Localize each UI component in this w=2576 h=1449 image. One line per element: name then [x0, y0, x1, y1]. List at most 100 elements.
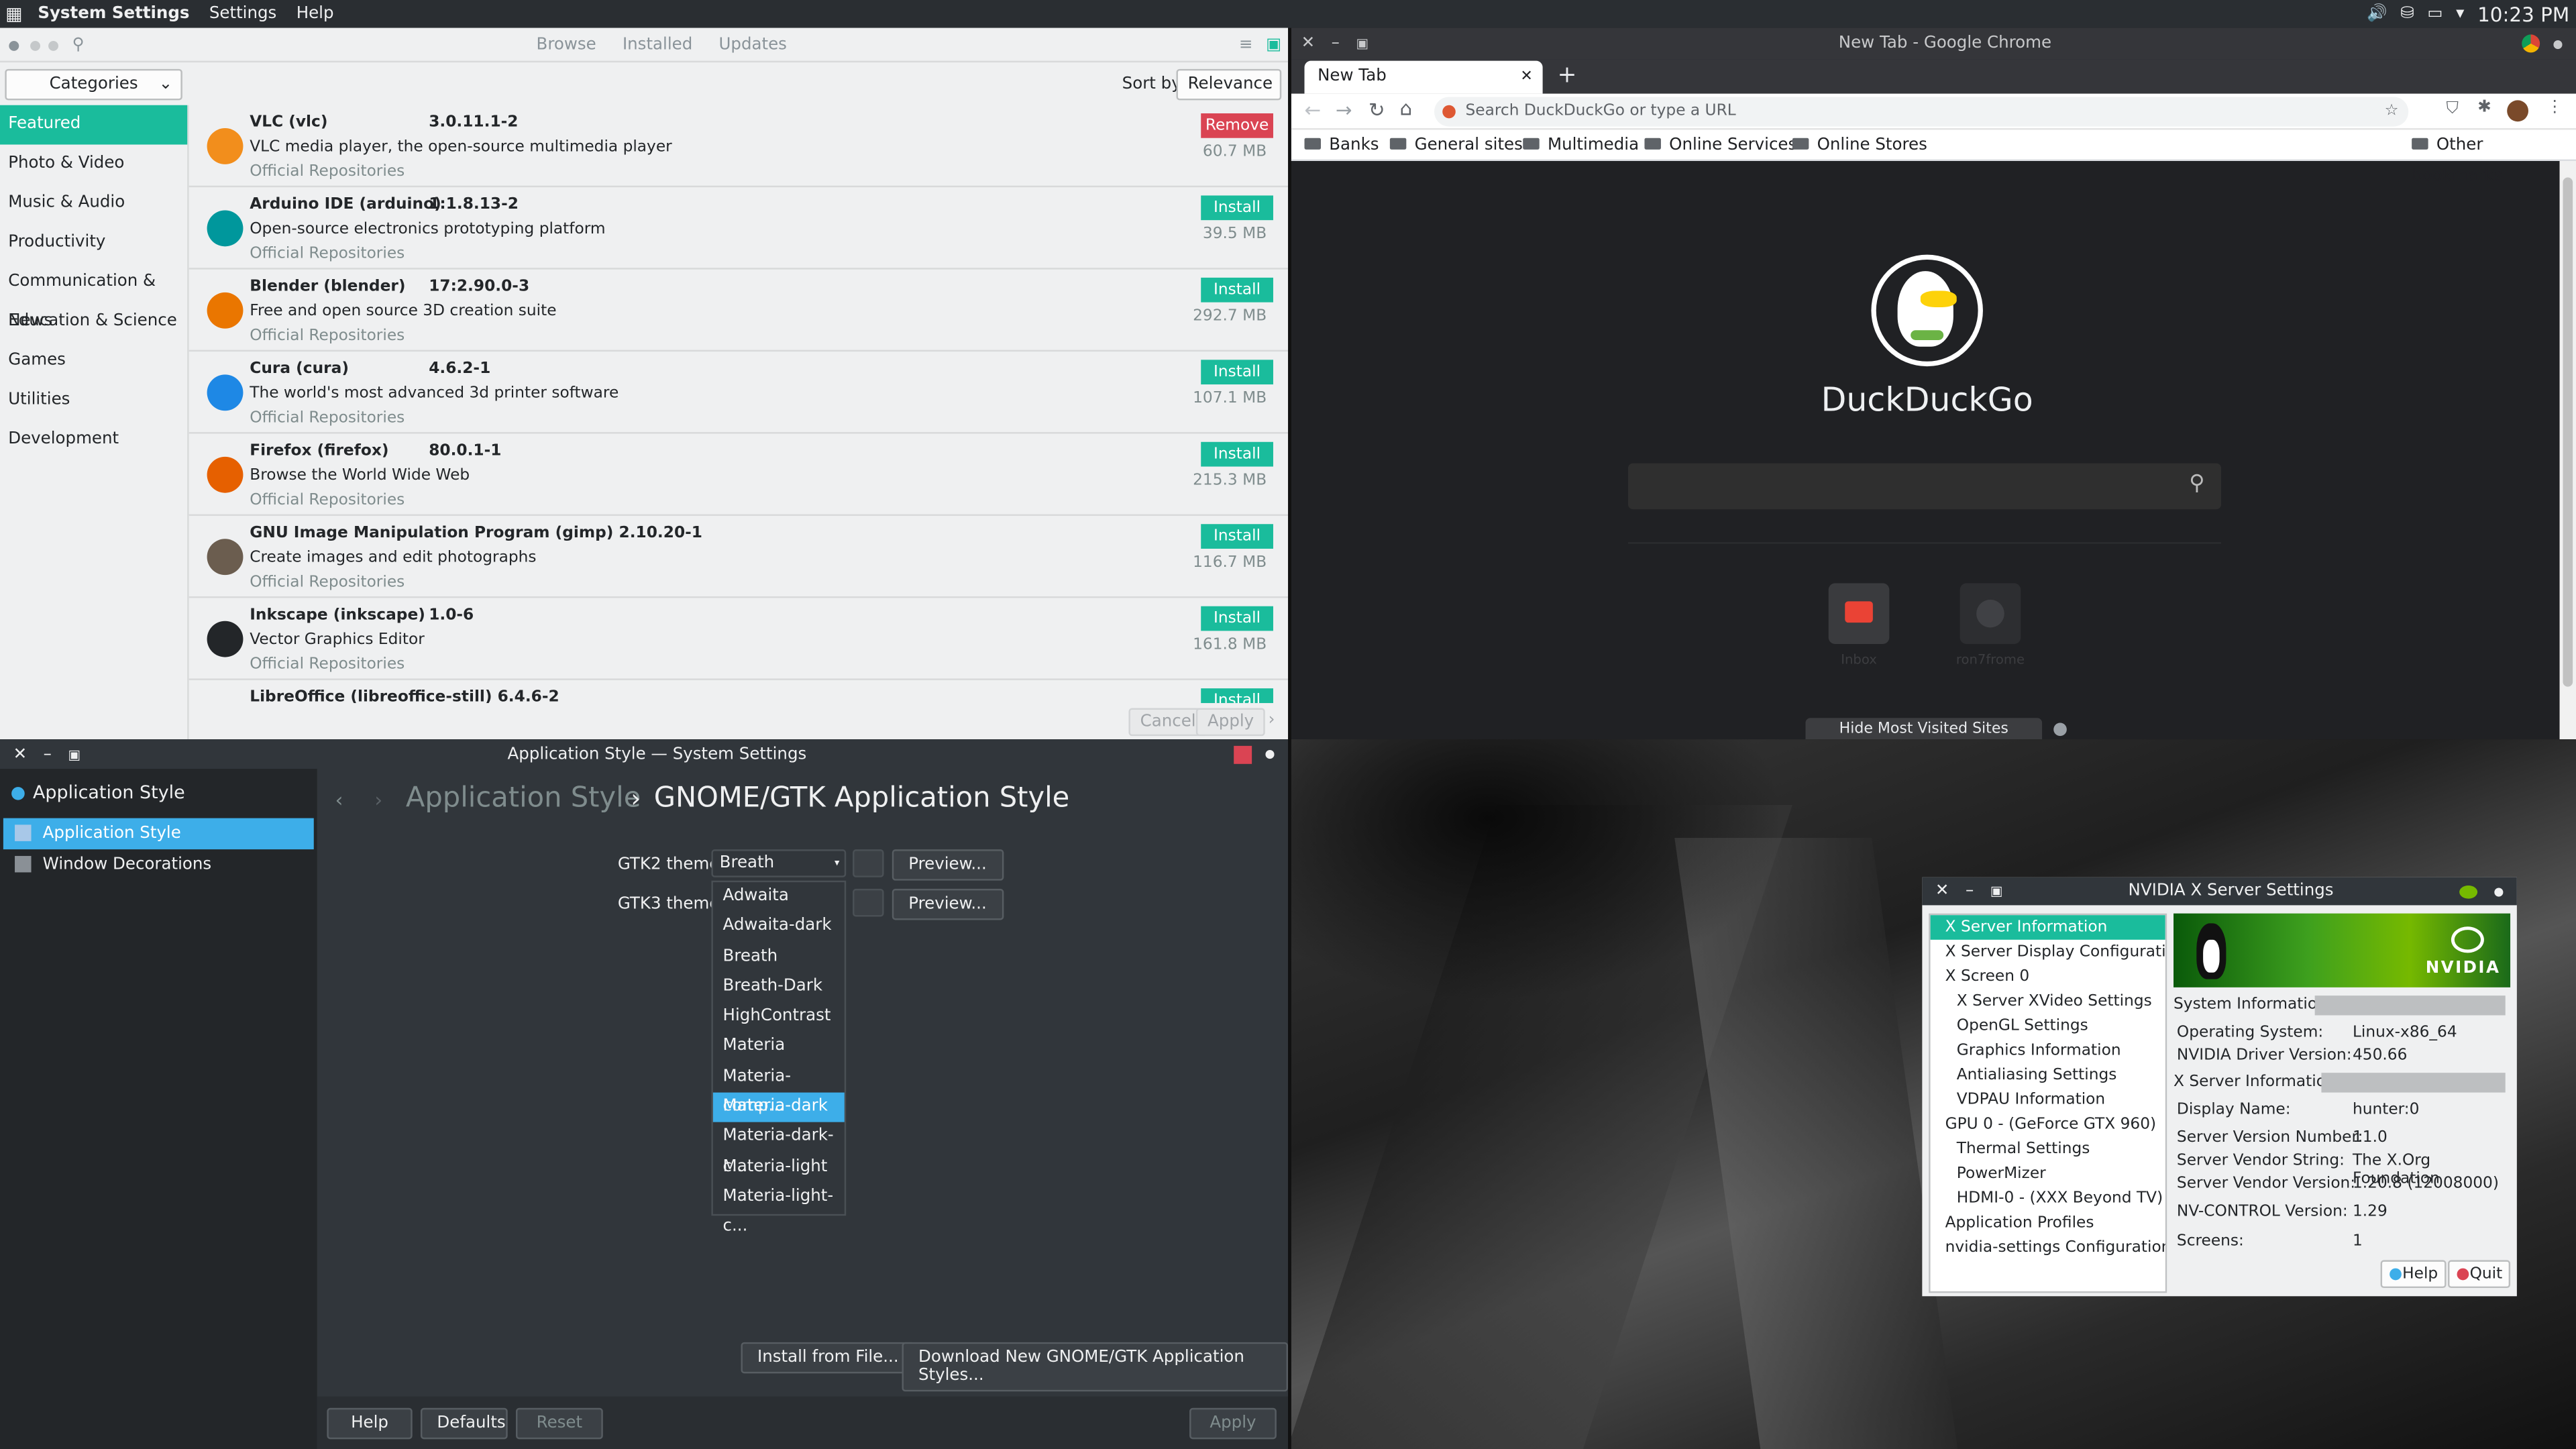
minimize-icon[interactable]: – — [44, 745, 52, 763]
avatar[interactable] — [2507, 100, 2529, 122]
app-action-button[interactable]: Install — [1201, 688, 1273, 704]
category-item[interactable]: Development — [0, 421, 187, 460]
app-row[interactable]: VLC (vlc) 3.0.11.1-2 VLC media player, the… — [189, 105, 1289, 188]
reload-icon[interactable]: ↻ — [1368, 99, 1385, 121]
tree-node[interactable]: X Server XVideo Settings — [1931, 989, 2165, 1014]
app-row[interactable]: Arduino IDE (arduino) 1:1.8.13-2 Open-sour… — [189, 187, 1289, 270]
menu-icon[interactable]: ≡ — [1239, 36, 1253, 54]
close-icon[interactable]: ✕ — [13, 745, 28, 763]
sort-combo[interactable]: Relevance ⌄ — [1176, 68, 1282, 121]
category-item[interactable]: Education & Science — [0, 303, 187, 342]
app-row[interactable]: Cura (cura) 4.6.2-1 The world's most advan… — [189, 352, 1289, 434]
tree-node[interactable]: X Server Information — [1930, 915, 2165, 940]
back-icon[interactable]: ← — [1305, 99, 1322, 121]
home-icon[interactable]: ⌂ — [1400, 97, 1413, 119]
sidebar-item-window-decorations[interactable]: Window Decorations — [0, 849, 317, 881]
gtk3-delete-icon[interactable] — [853, 888, 884, 917]
close-icon[interactable]: ✕ — [1935, 882, 1949, 900]
tree-node[interactable]: GPU 0 - (GeForce GTX 960) — [1931, 1112, 2165, 1137]
back-icon[interactable]: ‹ — [335, 789, 343, 812]
tree-node[interactable]: X Server Display Configuration — [1931, 940, 2165, 965]
bookmark-folder-online-stores[interactable]: Online Stores — [1792, 129, 1927, 161]
maximize-icon[interactable]: ▣ — [1356, 36, 1368, 51]
tree-node[interactable]: Thermal Settings — [1931, 1137, 2165, 1162]
app-launcher-icon[interactable]: ▦ — [0, 3, 28, 25]
category-item[interactable]: Photo & Video — [0, 145, 187, 184]
maximize-icon[interactable]: ▣ — [1990, 884, 2003, 899]
bookmark-star-icon[interactable]: ☆ — [2385, 97, 2399, 126]
scrollbar[interactable] — [2559, 161, 2576, 740]
dropdown-option[interactable]: Materia-dark — [712, 1092, 845, 1123]
bookmark-folder-general[interactable]: General sites — [1389, 129, 1523, 161]
nvidia-quit-button[interactable]: ●Quit — [2448, 1260, 2511, 1289]
forward-icon[interactable]: › — [374, 789, 382, 812]
app-action-button[interactable]: Install — [1201, 360, 1273, 385]
dropdown-option[interactable]: Breath — [713, 943, 845, 973]
categories-combo[interactable]: Categories ⌄ — [5, 68, 182, 101]
category-item[interactable]: Games — [0, 341, 187, 381]
kebab-menu-icon[interactable]: ⋮ — [2546, 99, 2563, 117]
extensions-icon[interactable]: ✱ — [2477, 99, 2491, 117]
tree-node[interactable]: nvidia-settings Configuration — [1931, 1236, 2165, 1260]
bookmark-folder-multimedia[interactable]: Multimedia — [1523, 129, 1639, 161]
tab-new-tab[interactable]: New Tab ✕ — [1304, 60, 1543, 94]
window-menu-icon[interactable]: ● — [2493, 885, 2504, 898]
app-row[interactable]: Blender (blender) 17:2.90.0-3 Free and ope… — [189, 270, 1289, 352]
tab-updates[interactable]: Updates — [706, 36, 800, 54]
breadcrumb-parent[interactable]: Application Style — [406, 782, 641, 815]
close-icon[interactable]: ✕ — [1301, 34, 1316, 52]
window-menu-icon[interactable]: ● — [2553, 37, 2563, 50]
shield-icon[interactable]: ⛉ — [2447, 100, 2459, 118]
gtk2-theme-select[interactable]: Breath ▾ — [711, 849, 847, 877]
reset-button[interactable]: Reset — [515, 1407, 603, 1440]
clock[interactable]: 10:23 PM — [2477, 3, 2569, 25]
dropdown-option[interactable]: Adwaita — [713, 882, 845, 912]
minimize-icon[interactable]: – — [1966, 882, 1974, 900]
close-dot-icon[interactable]: ● — [8, 37, 19, 52]
forward-icon[interactable]: → — [1336, 99, 1352, 121]
bookmark-folder-banks[interactable]: Banks — [1304, 129, 1379, 161]
max-dot-icon[interactable]: ● — [48, 37, 59, 52]
app-action-button[interactable]: Install — [1201, 195, 1273, 221]
app-row[interactable]: GNU Image Manipulation Program (gimp) 2.… — [189, 516, 1289, 598]
tree-node[interactable]: Antialiasing Settings — [1931, 1063, 2165, 1088]
search-icon[interactable]: ⚲ — [2189, 472, 2204, 496]
nvidia-help-button[interactable]: ●Help — [2380, 1260, 2447, 1289]
menu-help[interactable]: Help — [286, 0, 343, 28]
category-item[interactable]: Productivity — [0, 223, 187, 263]
new-tab-icon[interactable]: + — [1558, 62, 1577, 89]
app-action-button[interactable]: Remove — [1201, 113, 1273, 138]
dropdown-option[interactable]: HighContrast — [713, 1002, 845, 1032]
app-action-button[interactable]: Install — [1201, 441, 1273, 467]
info-icon[interactable] — [2053, 722, 2067, 737]
shortcut-tile-github[interactable] — [1960, 583, 2021, 645]
min-dot-icon[interactable]: ● — [30, 37, 41, 52]
maximize-icon[interactable]: ▣ — [1266, 36, 1281, 54]
category-item[interactable]: Featured — [0, 105, 188, 145]
search-icon[interactable]: ⚲ — [72, 36, 85, 54]
usb-icon[interactable]: ⛁ — [2400, 5, 2414, 23]
app-action-button[interactable]: Install — [1201, 524, 1273, 549]
gtk2-preview-button[interactable]: Preview... — [892, 849, 1004, 881]
apply-button[interactable]: Apply — [1195, 708, 1266, 737]
window-menu-icon[interactable]: ● — [1265, 747, 1275, 761]
menu-settings[interactable]: Settings — [199, 0, 286, 28]
display-icon[interactable]: ▭ — [2427, 5, 2443, 23]
download-styles-button[interactable]: Download New GNOME/GTK Application Style… — [902, 1342, 1289, 1392]
tab-browse[interactable]: Browse — [523, 36, 609, 54]
dropdown-option[interactable]: Adwaita-dark — [713, 912, 845, 943]
category-item[interactable]: Music & Audio — [0, 184, 187, 223]
maximize-icon[interactable]: ▣ — [68, 747, 80, 761]
tree-node[interactable]: PowerMizer — [1931, 1161, 2165, 1186]
bookmark-folder-other[interactable]: Other bookmarks — [2412, 129, 2576, 192]
dropdown-option[interactable]: Materia — [713, 1032, 845, 1063]
tree-node[interactable]: Graphics Information — [1931, 1038, 2165, 1063]
tree-node[interactable]: VDPAU Information — [1931, 1087, 2165, 1112]
hide-most-visited-button[interactable]: Hide Most Visited Sites — [1805, 718, 2043, 740]
address-bar[interactable]: Search DuckDuckGo or type a URL ☆ — [1434, 97, 2409, 127]
app-row[interactable]: LibreOffice (libreoffice-still) 6.4.6-2 I… — [189, 680, 1288, 704]
sidebar-item-application-style[interactable]: Application Style — [3, 818, 314, 850]
shortcut-tile-inbox[interactable] — [1828, 583, 1890, 645]
tab-close-icon[interactable]: ✕ — [1520, 61, 1532, 94]
defaults-button[interactable]: Defaults — [420, 1407, 508, 1440]
